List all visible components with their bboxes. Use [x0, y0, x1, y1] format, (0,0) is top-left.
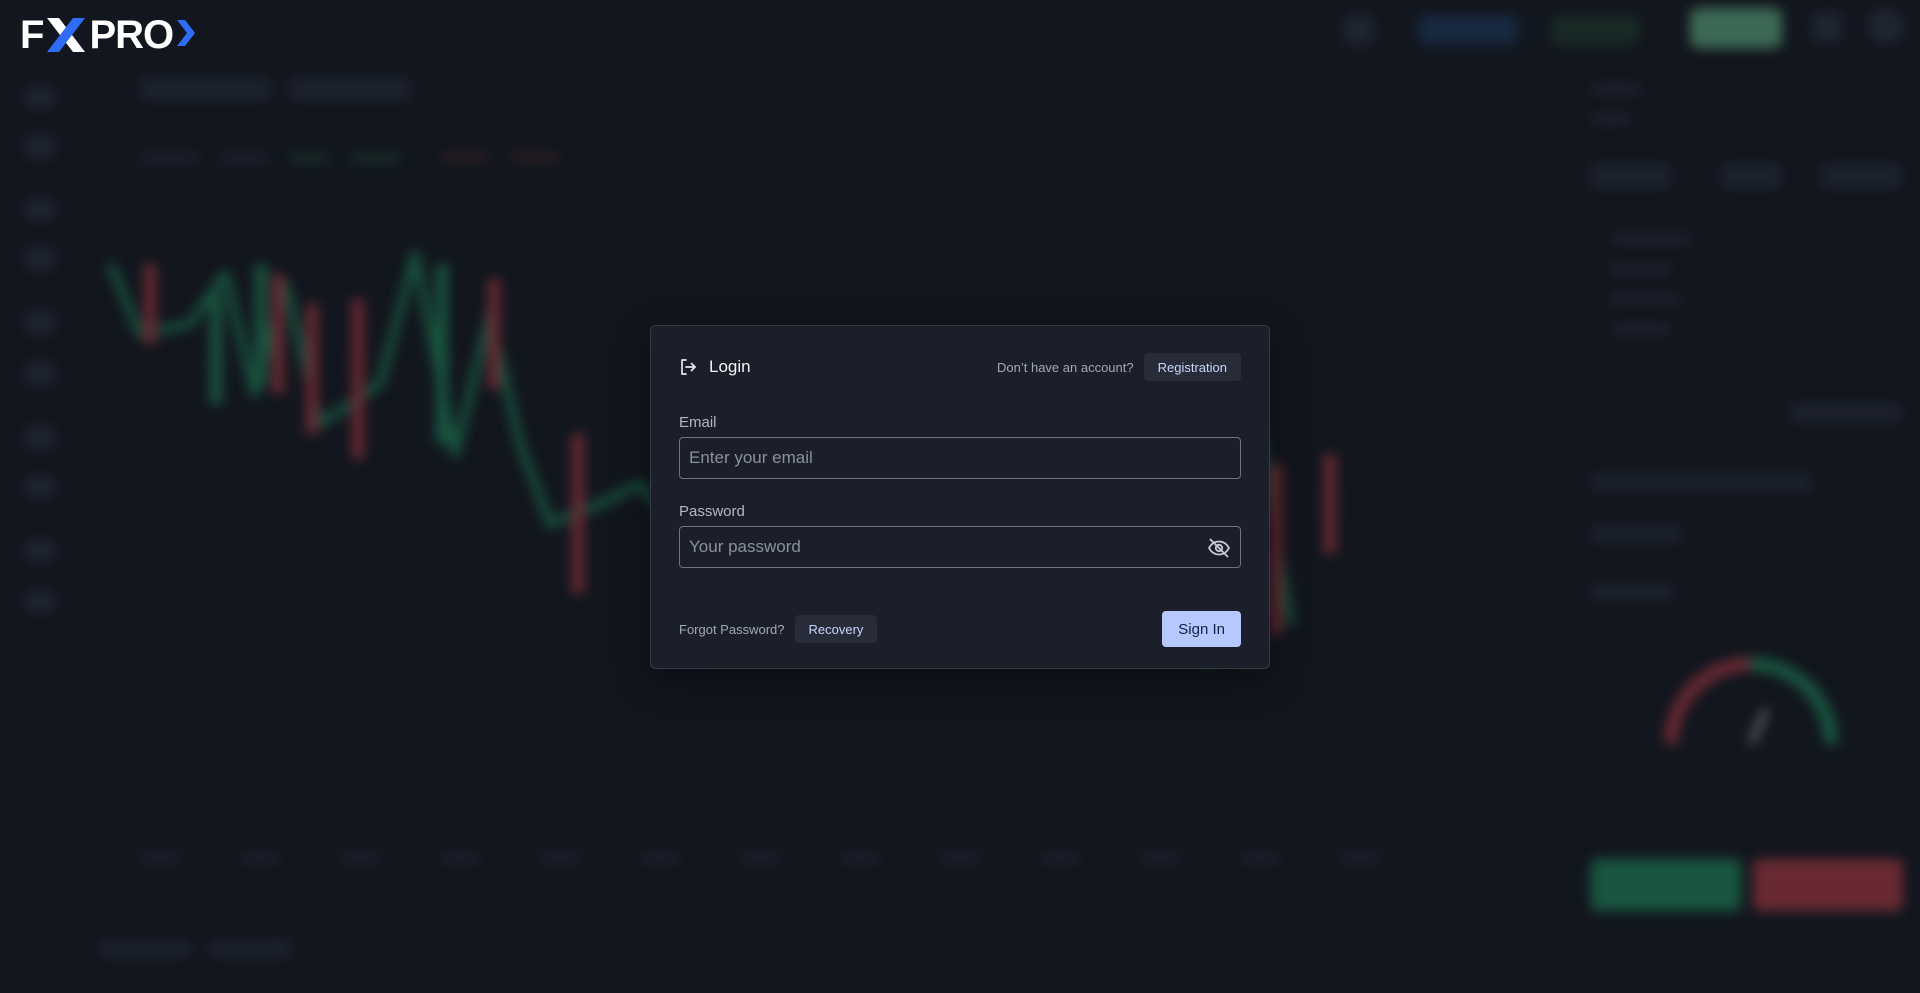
background-bottom-tab — [210, 941, 290, 957]
background-time-axis — [140, 854, 1380, 862]
registration-prompt: Don’t have an account? Registration — [997, 353, 1241, 381]
background-top-bar — [0, 0, 1920, 64]
login-modal-header: Login Don’t have an account? Registratio… — [679, 353, 1241, 381]
login-modal: Login Don’t have an account? Registratio… — [650, 325, 1270, 669]
background-panel-tab — [1721, 164, 1781, 188]
background-panel-line — [1591, 84, 1641, 94]
recovery-button[interactable]: Recovery — [794, 615, 878, 643]
background-topbar-button — [1690, 8, 1782, 48]
background-panel-line — [1611, 324, 1671, 334]
background-panel-line — [1791, 404, 1901, 422]
login-title: Login — [709, 357, 751, 376]
background-sidebar-icon — [26, 426, 54, 448]
background-sidebar-icon — [26, 312, 54, 334]
background-panel-line — [1611, 264, 1671, 274]
background-panel-line — [1611, 294, 1681, 304]
background-avatar — [1868, 8, 1904, 44]
forgot-password-text: Forgot Password? — [679, 621, 785, 637]
background-sidebar-icon — [26, 86, 54, 108]
background-sidebar-icon — [26, 198, 54, 220]
email-label: Email — [679, 414, 717, 431]
background-panel-line — [1611, 234, 1691, 244]
background-sell-button — [1753, 859, 1903, 911]
background-order-panel — [1570, 64, 1920, 993]
no-account-text: Don’t have an account? — [997, 359, 1134, 375]
background-bottom-bar — [80, 930, 1570, 993]
logo-letter-f: F — [20, 12, 44, 57]
background-panel-tab — [1591, 164, 1671, 188]
background-panel-line — [1591, 584, 1671, 600]
logo-x-mark-icon — [43, 16, 89, 54]
logo-text-pro: PRO — [89, 12, 174, 57]
fxpro-logo[interactable]: F PRO — [20, 13, 196, 57]
background-topbar-pill — [1550, 15, 1640, 45]
password-field[interactable] — [679, 526, 1241, 568]
background-sidebar-icon — [26, 590, 54, 612]
login-modal-footer: Forgot Password? Recovery Sign In — [679, 611, 1241, 647]
eye-off-icon[interactable] — [1207, 536, 1231, 560]
background-bottom-tab — [100, 941, 190, 957]
password-label: Password — [679, 503, 745, 520]
background-topbar-icon — [1812, 12, 1842, 42]
background-sidebar-icon — [26, 540, 54, 562]
background-topbar-icon — [1344, 15, 1374, 45]
logo-chevron-icon — [175, 13, 196, 58]
app-root: F PRO Login Don’t have an account? Regis… — [0, 0, 1920, 993]
registration-button[interactable]: Registration — [1143, 353, 1241, 381]
background-sidebar-icon — [26, 362, 54, 384]
sign-in-button[interactable]: Sign In — [1162, 611, 1241, 647]
background-panel-line — [1591, 526, 1681, 542]
background-sentiment-gauge — [1664, 657, 1838, 746]
password-input[interactable] — [680, 527, 1240, 567]
background-panel-line — [1591, 474, 1811, 490]
background-sidebar-icon — [26, 136, 54, 158]
login-icon — [679, 358, 697, 376]
email-field[interactable] — [679, 437, 1241, 479]
background-panel-line — [1591, 114, 1631, 124]
background-buy-button — [1591, 859, 1741, 911]
background-panel-tab — [1821, 164, 1901, 188]
background-sidebar — [0, 64, 78, 993]
background-topbar-pill — [1418, 15, 1518, 45]
background-sidebar-icon — [26, 476, 54, 498]
background-sidebar-icon — [26, 248, 54, 270]
email-input[interactable] — [680, 438, 1240, 478]
background-chart-toolbar — [140, 78, 560, 162]
